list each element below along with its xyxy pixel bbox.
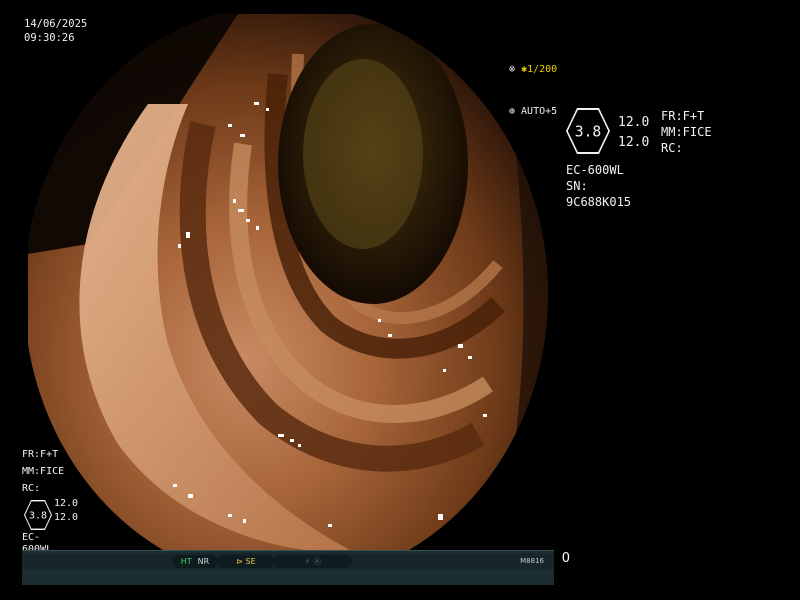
scope-serial: SN: 9C688K015 [566,179,632,209]
scope-model: EC-600WL [566,163,624,177]
misc-indicators: ⚡ Ⓐ [274,555,352,568]
mm-mode: MM:FICE [661,125,712,139]
shutter-speed-text: 1/200 [527,64,558,75]
zoom-values: 12.0 12.0 [618,113,649,153]
device-code: M8816 [520,557,544,565]
status-row: HT NR ⊳ SE ⚡ Ⓐ M8816 0 [22,551,570,570]
zoom-top: 12.0 [618,115,650,130]
se-indicator: ⊳ SE [218,555,274,568]
ht-indicator: HT [180,557,192,566]
bl-zoom-hex-value: 3.8 [25,501,51,529]
shutter-icon: ⊗ [509,64,516,75]
zoom-hex-badge: 3.8 [566,108,610,154]
scope-info: EC-600WL SN: 9C688K015 [566,162,631,210]
auto-exposure-text: ⊕ AUTO+5 [509,106,558,117]
mode-info: FR:F+T MM:FICE RC: [661,108,712,156]
nr-indicator: NR [197,557,210,566]
rc-mode: RC: [661,141,683,155]
zoom-hex-value: 3.8 [567,109,609,153]
time-text: 09:30:26 [24,32,75,44]
date-text: 14/06/2025 [24,18,88,30]
status-bar: HT NR ⊳ SE ⚡ Ⓐ M8816 0 [22,550,570,585]
ht-nr-indicator: HT NR [172,555,218,568]
bl-fr-mode: FR:F+T [22,449,59,460]
endoscope-image-view [28,14,548,574]
bl-mode-info: FR:F+T MM:FICE RC: [22,446,64,497]
bl-rc-mode: RC: [22,483,41,494]
exposure-overlay: ⊗ ✱1/200 ⊕ AUTO+5 [509,35,557,133]
fr-mode: FR:F+T [661,109,705,123]
bl-zoom-values: 12.0 12.0 [54,497,78,525]
bl-zoom-top: 12.0 [54,498,79,509]
date-time-overlay: 14/06/2025 09:30:26 [24,17,87,45]
zoom-bottom: 12.0 [618,135,650,150]
bl-mm-mode: MM:FICE [22,466,65,477]
frame-counter: 0 [561,551,570,566]
bl-zoom-bottom: 12.0 [54,512,79,523]
